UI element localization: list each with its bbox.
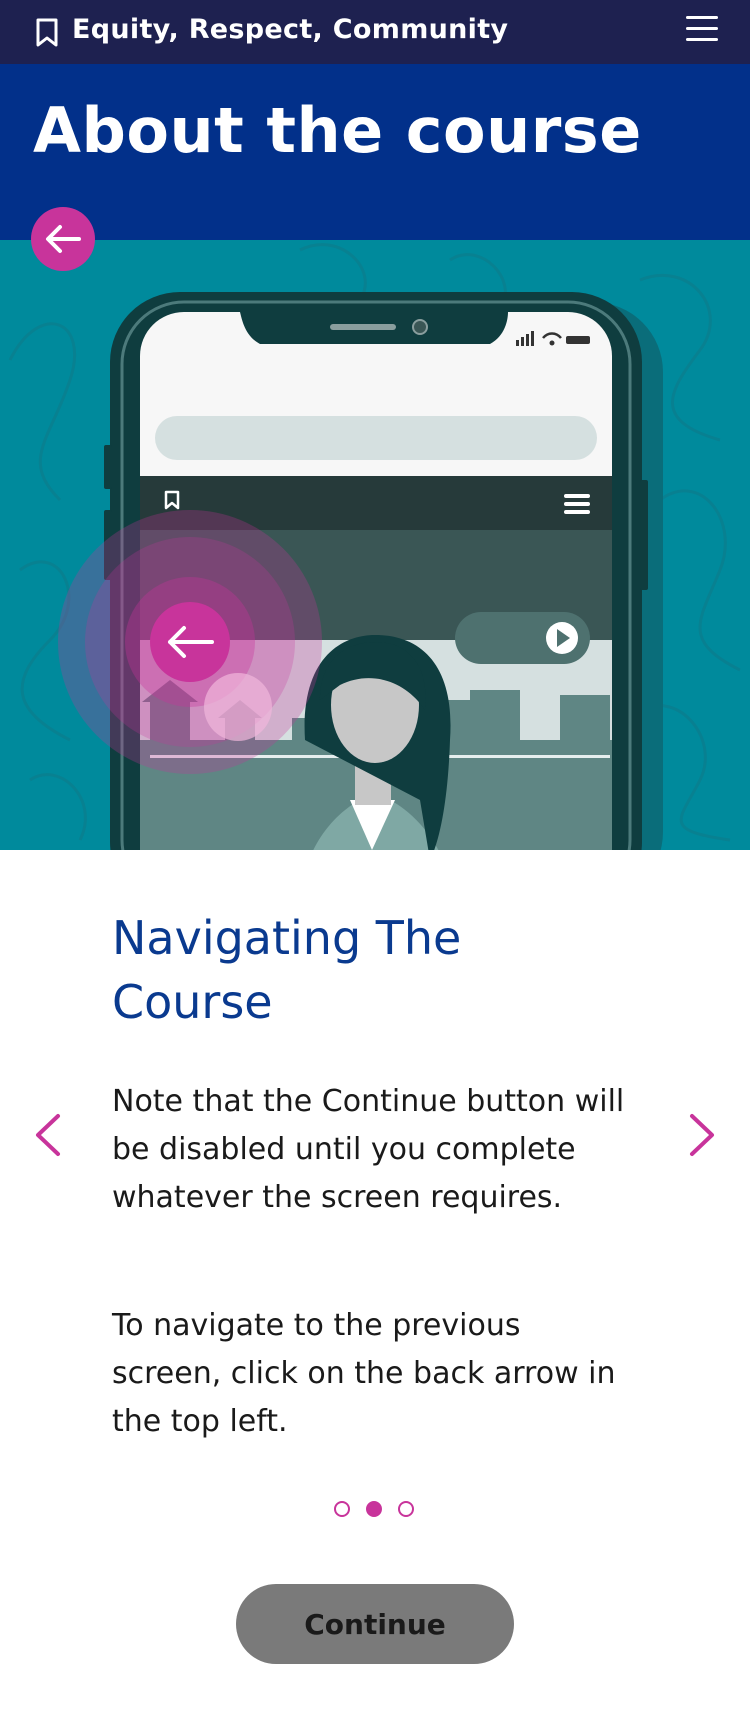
next-slide-button[interactable] (682, 1110, 722, 1160)
arrow-left-icon (46, 225, 81, 253)
chevron-right-icon (690, 1114, 714, 1156)
pagination-dot-2[interactable] (366, 1501, 382, 1517)
slide-title: Navigating The Course (112, 911, 462, 1029)
bookmark-icon[interactable] (34, 18, 60, 48)
slide-pagination (334, 1501, 414, 1517)
previous-slide-button[interactable] (28, 1110, 68, 1160)
hamburger-menu-icon[interactable] (686, 16, 718, 48)
page-title: About the course (33, 94, 642, 167)
page-header: About the course (0, 64, 750, 240)
back-button[interactable] (31, 207, 95, 271)
hero-illustration (0, 240, 750, 850)
course-name: Equity, Respect, Community (72, 14, 509, 45)
pagination-dot-1[interactable] (334, 1501, 350, 1517)
phone-illustration (8, 243, 741, 850)
top-bar: Equity, Respect, Community (0, 0, 750, 64)
continue-button[interactable]: Continue (236, 1584, 514, 1664)
pagination-dot-3[interactable] (398, 1501, 414, 1517)
slide-paragraph-2: To navigate to the previous screen, clic… (112, 1308, 616, 1439)
chevron-left-icon (36, 1114, 60, 1156)
slide-paragraph-1: Note that the Continue button will be di… (112, 1084, 625, 1215)
